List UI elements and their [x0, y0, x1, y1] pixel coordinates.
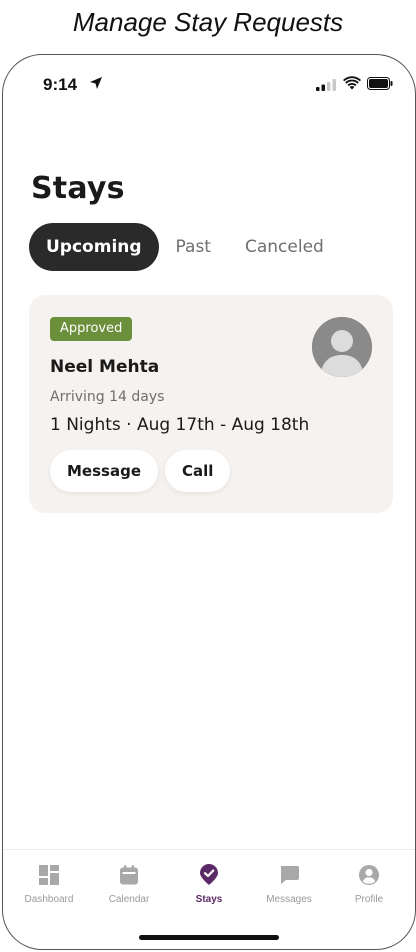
location-arrow-icon — [90, 77, 102, 89]
nav-item-messages[interactable]: Messages — [249, 864, 329, 909]
message-button[interactable]: Message — [50, 450, 158, 492]
nav-label-stays: Stays — [195, 894, 223, 905]
guest-avatar — [312, 317, 372, 377]
stay-dates: 1 Nights · Aug 17th - Aug 18th — [50, 415, 310, 435]
nav-label-profile: Profile — [354, 894, 384, 905]
dashboard-icon — [39, 865, 59, 885]
user-circle-icon — [359, 865, 379, 885]
nav-label-messages: Messages — [266, 894, 312, 905]
stay-card[interactable]: Approved Neel Mehta Arriving 14 days 1 N… — [29, 295, 393, 513]
page-title: Stays — [31, 171, 125, 206]
call-button[interactable]: Call — [165, 450, 231, 492]
nav-label-calendar: Calendar — [108, 894, 150, 905]
nav-label-dashboard: Dashboard — [24, 894, 74, 905]
calendar-icon — [120, 865, 138, 885]
wifi-icon — [343, 76, 361, 90]
arrival-text: Arriving 14 days — [50, 389, 165, 405]
battery-icon — [367, 77, 393, 90]
person-placeholder-icon — [312, 317, 372, 377]
bottom-nav: Dashboard Calendar Stays Messages Profil… — [3, 849, 415, 909]
tab-upcoming[interactable]: Upcoming — [29, 223, 159, 271]
cellular-signal-icon — [316, 79, 336, 91]
screenshot-caption: Manage Stay Requests — [72, 7, 344, 37]
guest-name: Neel Mehta — [50, 357, 160, 377]
chat-bubble-icon — [280, 866, 299, 884]
nav-item-calendar[interactable]: Calendar — [89, 864, 169, 909]
status-bar: 9:14 — [3, 55, 415, 115]
status-time: 9:14 — [43, 75, 78, 94]
card-actions: Message Call — [50, 450, 231, 492]
status-badge: Approved — [50, 317, 133, 341]
nav-item-profile[interactable]: Profile — [329, 864, 409, 909]
tab-past[interactable]: Past — [159, 223, 228, 271]
nav-item-stays[interactable]: Stays — [169, 864, 249, 909]
home-indicator — [139, 935, 279, 940]
nav-item-dashboard[interactable]: Dashboard — [9, 864, 89, 909]
stays-check-pin-icon — [200, 864, 218, 885]
phone-frame: 9:14 Stays Upcoming Past Canceled Approv… — [2, 54, 416, 950]
tab-canceled[interactable]: Canceled — [228, 223, 341, 271]
stay-tabs: Upcoming Past Canceled — [29, 223, 341, 271]
